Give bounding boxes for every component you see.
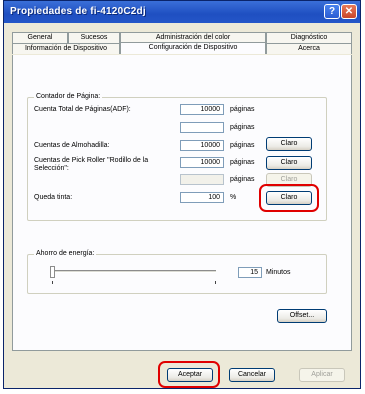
ink-clear-button[interactable]: Claro xyxy=(266,191,312,205)
slider-tick-start xyxy=(52,281,53,284)
title-bar[interactable]: Propiedades de fi-4120C2dj ? ✕ xyxy=(4,1,360,23)
pad-count-value: 10000 xyxy=(180,140,224,151)
ink-remaining-unit: % xyxy=(230,194,237,201)
tab-diagnostics[interactable]: Diagnóstico xyxy=(266,32,352,43)
energy-saving-group: Ahorro de energía: 15 Minutos xyxy=(27,250,327,294)
blank-counter2-value xyxy=(180,174,224,185)
tab-general[interactable]: General xyxy=(12,32,68,43)
total-pages-unit: páginas xyxy=(230,106,255,113)
help-icon[interactable]: ? xyxy=(324,4,340,19)
page-counter-group: Contador de Página: Cuenta Total de Pági… xyxy=(27,93,327,221)
ink-remaining-value: 100 xyxy=(180,192,224,203)
blank-counter-value xyxy=(180,122,224,133)
tab-panel: Contador de Página: Cuenta Total de Pági… xyxy=(12,55,352,351)
pad-count-unit: páginas xyxy=(230,142,255,149)
properties-window: Propiedades de fi-4120C2dj ? ✕ General S… xyxy=(3,0,361,389)
pick-roller-label: Cuentas de Pick Roller "Rodillo de la Se… xyxy=(34,157,149,172)
ink-remaining-label: Queda tinta: xyxy=(34,194,73,201)
close-icon[interactable]: ✕ xyxy=(341,4,357,19)
page-counter-label: Contador de Página: xyxy=(34,93,103,100)
blank-clear-button[interactable]: Claro xyxy=(266,173,312,187)
energy-minutes-unit: Minutos xyxy=(266,269,291,276)
cancel-button[interactable]: Cancelar xyxy=(229,368,275,382)
blank-counter2-unit: páginas xyxy=(230,176,255,183)
accept-button[interactable]: Aceptar xyxy=(167,368,213,382)
total-pages-label: Cuenta Total de Páginas(ADF): xyxy=(34,106,131,113)
pad-clear-button[interactable]: Claro xyxy=(266,137,312,151)
pick-roller-unit: páginas xyxy=(230,159,255,166)
slider-tick-end xyxy=(215,281,216,284)
pick-roller-value: 10000 xyxy=(180,157,224,168)
tab-sucesos[interactable]: Sucesos xyxy=(68,32,120,43)
tab-device-info[interactable]: Información de Dispositivo xyxy=(12,43,120,54)
energy-saving-label: Ahorro de energía: xyxy=(34,250,97,257)
energy-slider-track[interactable] xyxy=(52,270,216,273)
total-pages-value: 10000 xyxy=(180,104,224,115)
energy-slider-thumb[interactable] xyxy=(50,266,55,278)
window-title: Propiedades de fi-4120C2dj xyxy=(10,6,146,17)
tab-about[interactable]: Acerca xyxy=(266,43,352,54)
blank-counter-unit: páginas xyxy=(230,124,255,131)
pick-roller-clear-button[interactable]: Claro xyxy=(266,156,312,170)
pad-count-label: Cuentas de Almohadilla: xyxy=(34,142,110,149)
energy-minutes-value[interactable]: 15 xyxy=(238,267,262,278)
offset-button[interactable]: Offset... xyxy=(277,309,327,323)
apply-button[interactable]: Aplicar xyxy=(299,368,345,382)
tab-device-settings[interactable]: Configuración de Dispositivo xyxy=(120,42,266,54)
